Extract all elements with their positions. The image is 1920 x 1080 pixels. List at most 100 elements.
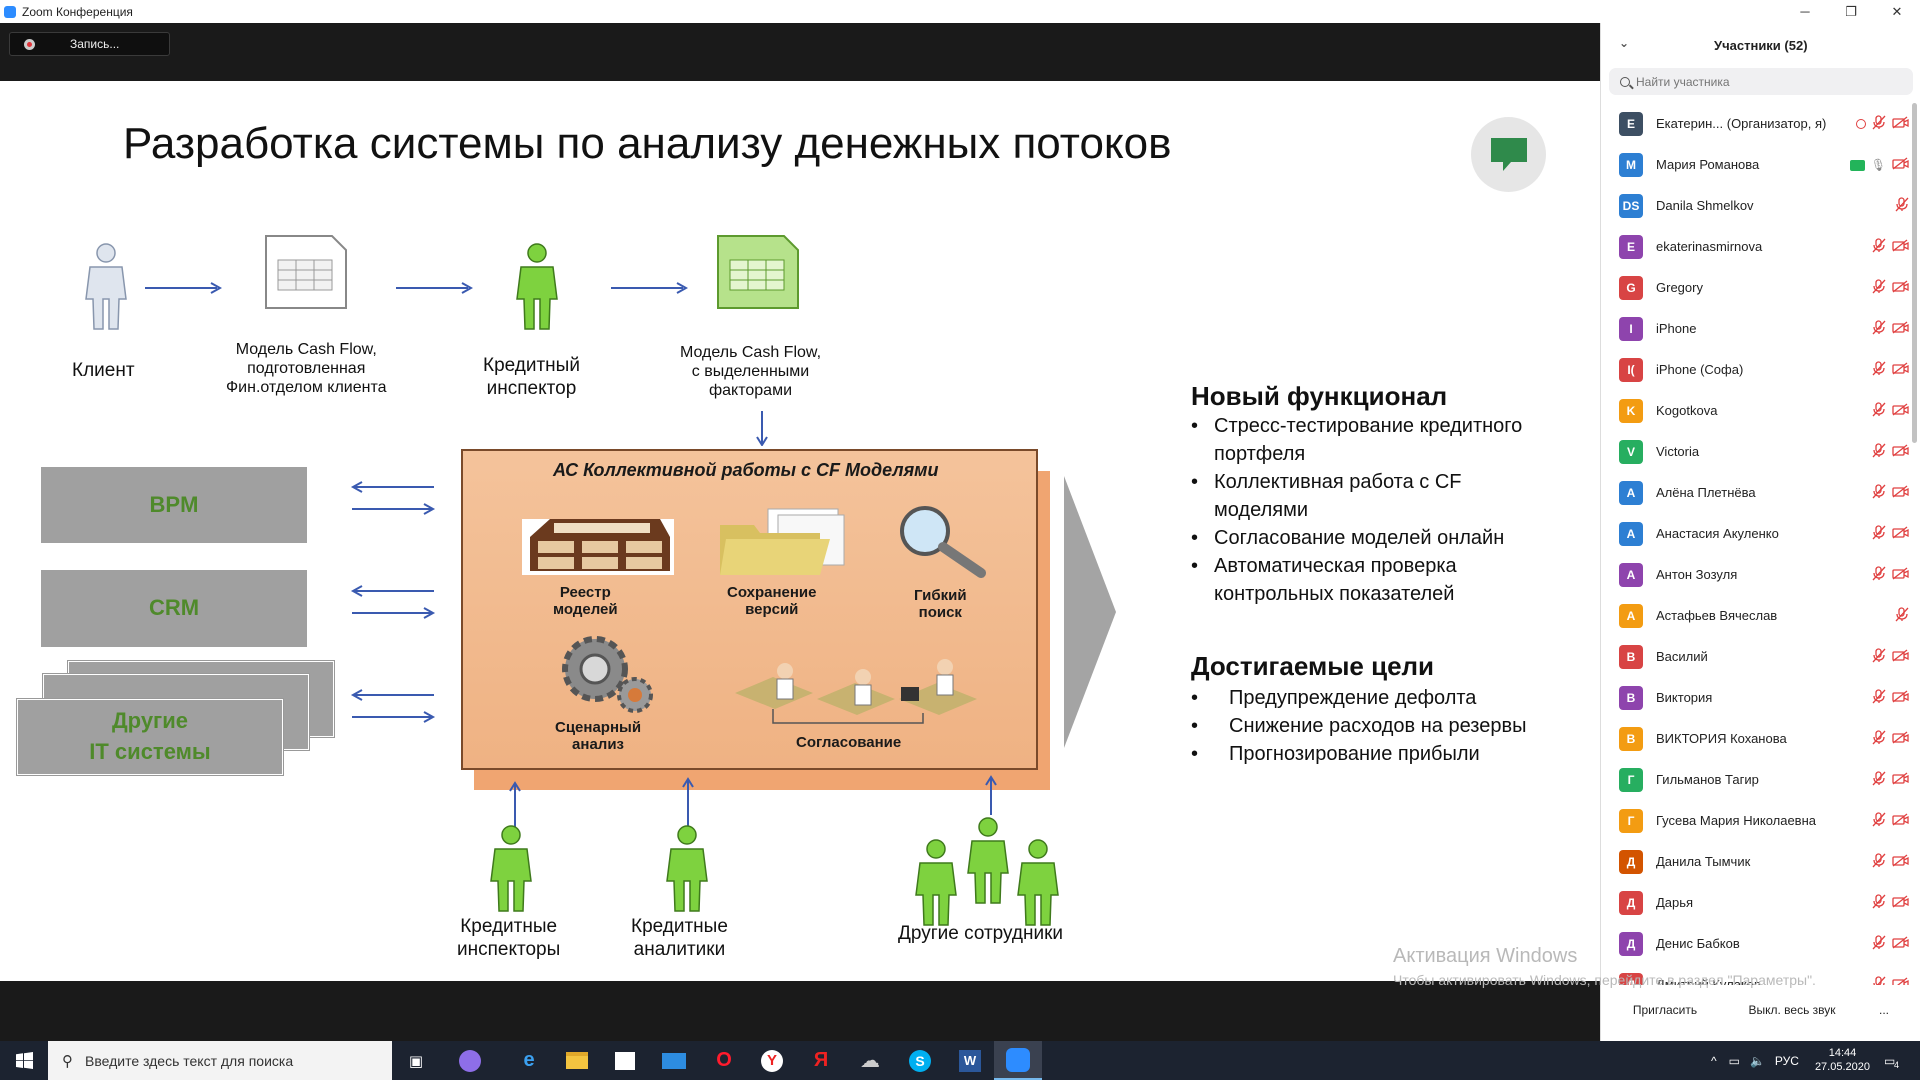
minimize-button[interactable]: ─ <box>1782 0 1828 23</box>
participant-search[interactable] <box>1609 68 1913 95</box>
video-off-icon <box>1892 239 1909 255</box>
participant-status-icons <box>1872 320 1909 338</box>
participant-status-icons <box>1872 853 1909 871</box>
windows-activation-watermark: Активация Windows Чтобы активировать Win… <box>1393 945 1816 988</box>
participant-list-scrollbar[interactable] <box>1912 103 1917 443</box>
chat-icon[interactable] <box>1471 117 1546 192</box>
participant-row[interactable]: IiPhone <box>1601 308 1920 349</box>
participant-status-icons <box>1872 484 1909 502</box>
crm-box: CRM <box>41 570 307 647</box>
participant-row[interactable]: DS Danila Shmelkov <box>1601 185 1920 226</box>
participant-row[interactable]: Д Данила Тымчик <box>1601 841 1920 882</box>
participant-row[interactable]: А Анастасия Акуленко <box>1601 513 1920 554</box>
mail-icon[interactable] <box>650 1041 698 1080</box>
mic-muted-icon <box>1872 115 1886 133</box>
edge-icon[interactable]: e <box>505 1041 553 1080</box>
notifications-icon[interactable]: ▭ 4 <box>1884 1054 1910 1070</box>
yandex-browser-icon[interactable]: Y <box>748 1041 796 1080</box>
record-icon <box>24 38 35 50</box>
participant-row[interactable]: Г Гильманов Тагир <box>1601 759 1920 800</box>
video-off-icon <box>1892 813 1909 829</box>
volume-icon[interactable]: 🔈 <box>1750 1054 1765 1068</box>
model1-label: Модель Cash Flow, подготовленная Фин.отд… <box>226 341 387 397</box>
new-features-list: Стресс-тестирование кредитного портфеля … <box>1191 412 1522 608</box>
zoom-taskbar-icon[interactable] <box>994 1041 1042 1080</box>
share-screen-icon <box>1849 159 1865 171</box>
participant-row[interactable]: В Виктория <box>1601 677 1920 718</box>
cortana-icon[interactable] <box>446 1041 494 1080</box>
system-tray: ^ ▭ 🔈 РУС 14:44 27.05.2020 ▭ 4 <box>1711 1041 1920 1080</box>
spreadsheet-icon <box>265 235 347 309</box>
chevron-down-icon[interactable]: ⌄ <box>1619 36 1629 50</box>
bidirectional-arrow <box>350 481 436 515</box>
model2-label: Модель Cash Flow, с выделенными факторам… <box>680 344 822 400</box>
ac-box-title: АС Коллективной работы с CF Моделями <box>553 460 939 480</box>
more-button[interactable]: ... <box>1866 997 1902 1023</box>
participant-row[interactable]: Eekaterinasmirnova <box>1601 226 1920 267</box>
mic-muted-icon <box>1872 730 1886 748</box>
mic-muted-icon <box>1872 320 1886 338</box>
maximize-button[interactable]: ❐ <box>1828 0 1874 23</box>
store-icon[interactable] <box>601 1041 649 1080</box>
participant-row[interactable]: В Василий <box>1601 636 1920 677</box>
avatar: E <box>1619 235 1643 259</box>
client-label: Клиент <box>72 360 135 381</box>
mute-all-button[interactable]: Выкл. весь звук <box>1737 997 1847 1023</box>
word-icon[interactable]: W <box>946 1041 994 1080</box>
participant-row[interactable]: V Victoria <box>1601 431 1920 472</box>
participant-row[interactable]: А Алёна Плетнёва <box>1601 472 1920 513</box>
participant-search-input[interactable] <box>1636 74 1876 89</box>
participants-header: ⌄ Участники (52) <box>1601 36 1920 56</box>
module-search-label: Гибкий поиск <box>914 587 967 622</box>
spreadsheet-green-icon <box>717 235 799 309</box>
clock-time: 14:44 <box>1828 1047 1857 1060</box>
bpm-box: BPM <box>41 467 307 543</box>
yandex-icon[interactable]: Я <box>797 1041 845 1080</box>
chevron-up-icon[interactable]: ^ <box>1711 1054 1717 1068</box>
participant-row[interactable]: K Kogotkova <box>1601 390 1920 431</box>
participant-row[interactable]: G Gregory <box>1601 267 1920 308</box>
activation-title: Активация Windows <box>1393 945 1578 967</box>
employees-label: Другие сотрудники <box>898 923 1064 944</box>
language-indicator[interactable]: РУС <box>1775 1054 1799 1068</box>
app-icon[interactable]: ☁ <box>846 1041 894 1080</box>
module-scenario-label: Сценарный анализ <box>555 719 642 754</box>
participant-name: Алёна Плетнёва <box>1656 485 1756 500</box>
record-button[interactable]: Запись... <box>9 32 170 56</box>
feature-item: Стресс-тестирование кредитного портфеля <box>1191 412 1522 468</box>
close-button[interactable]: ✕ <box>1874 0 1920 23</box>
flow-arrow <box>145 282 222 294</box>
inspectors-figure-icon <box>490 825 532 912</box>
participant-row[interactable]: M Мария Романова 🎙 <box>1601 144 1920 185</box>
window-titlebar: Zoom Конференция ─ ❐ ✕ <box>0 0 1920 23</box>
flow-arrow <box>611 282 688 294</box>
avatar: А <box>1619 563 1643 587</box>
video-off-icon <box>1892 321 1909 337</box>
inspectors-label: Кредитные инспекторы <box>457 916 561 960</box>
participant-row[interactable]: I(iPhone (Софа) <box>1601 349 1920 390</box>
taskbar-search[interactable]: ⚲ Введите здесь текст для поиска <box>48 1041 392 1080</box>
clock[interactable]: 14:44 27.05.2020 <box>1815 1047 1870 1073</box>
bidirectional-arrow <box>350 689 436 723</box>
meeting-bottom-bar <box>0 981 1600 1041</box>
opera-icon[interactable]: O <box>700 1041 748 1080</box>
windows-taskbar: ⚲ Введите здесь текст для поиска ▣ e O Y… <box>0 1041 1920 1080</box>
skype-icon[interactable]: S <box>896 1041 944 1080</box>
participant-row[interactable]: E Екатерин... (Организатор, я) <box>1601 103 1920 144</box>
participant-row[interactable]: А Астафьев Вячеслав <box>1601 595 1920 636</box>
file-explorer-icon[interactable] <box>553 1041 601 1080</box>
task-view-icon[interactable]: ▣ <box>392 1041 440 1080</box>
participant-row[interactable]: В ВИКТОРИЯ Коханова <box>1601 718 1920 759</box>
participant-status-icons <box>1872 279 1909 297</box>
participant-row[interactable]: Г Гусева Мария Николаевна <box>1601 800 1920 841</box>
participant-row[interactable]: Д Дарья <box>1601 882 1920 923</box>
invite-button[interactable]: Пригласить <box>1621 997 1709 1023</box>
avatar: А <box>1619 522 1643 546</box>
network-icon[interactable]: ▭ <box>1729 1054 1740 1068</box>
participant-name: Victoria <box>1656 444 1700 459</box>
participant-row[interactable]: А Антон Зозуля <box>1601 554 1920 595</box>
mic-muted-icon <box>1872 443 1886 461</box>
video-off-icon <box>1892 895 1909 911</box>
video-off-icon <box>1892 936 1909 952</box>
start-button[interactable] <box>0 1041 48 1080</box>
